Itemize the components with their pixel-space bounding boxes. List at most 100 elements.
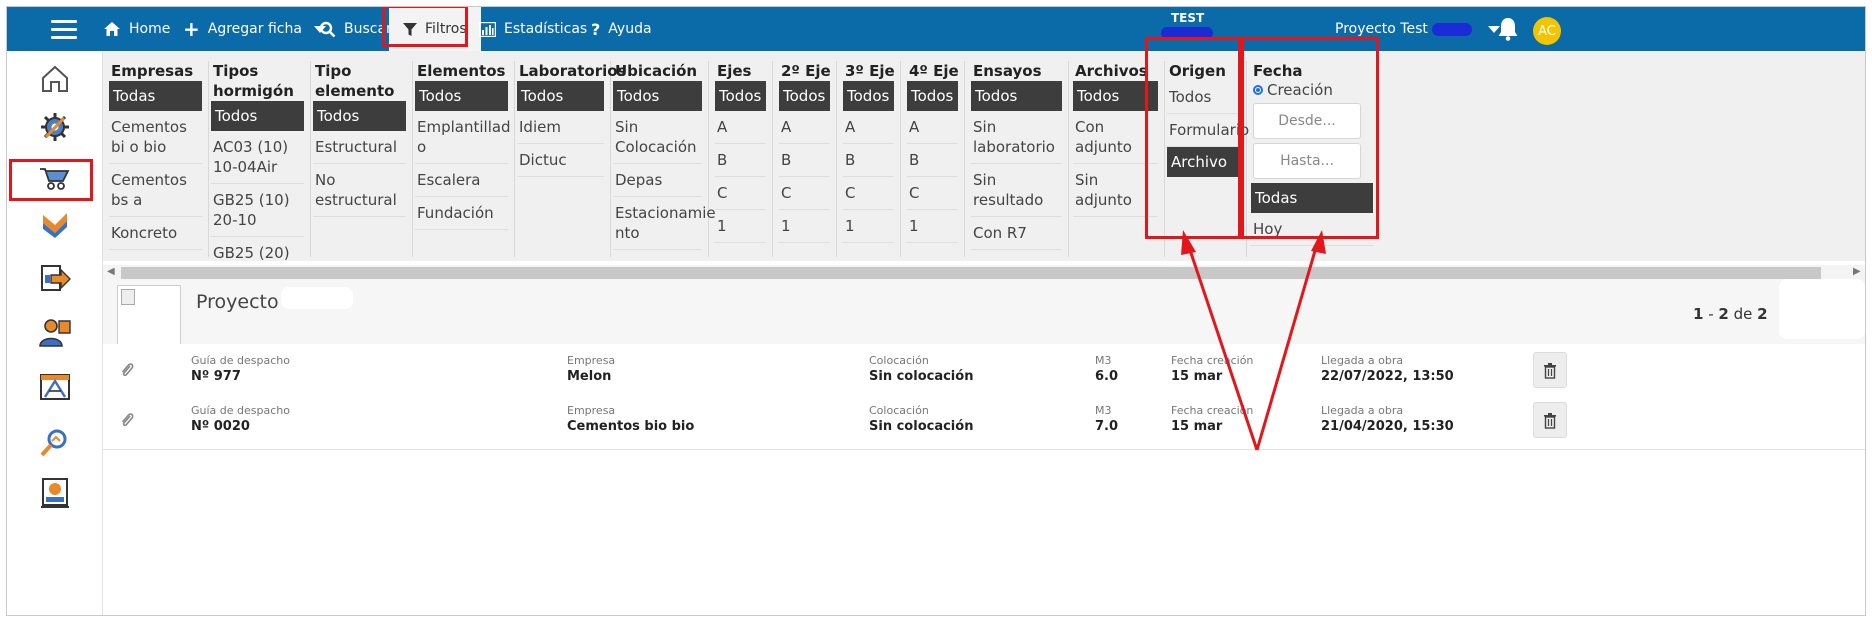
cell-value: 7.0 — [1095, 419, 1119, 434]
filter-option-selected[interactable]: Todos — [211, 101, 304, 131]
nav-statistics[interactable]: Estadísticas — [479, 7, 587, 51]
filter-option[interactable]: B — [907, 144, 958, 177]
filter-option-selected[interactable]: Todas — [109, 81, 202, 111]
filter-title: Ejes — [717, 62, 752, 80]
user-avatar[interactable]: AC — [1533, 17, 1561, 45]
filter-option[interactable]: B — [843, 144, 894, 177]
filter-option-selected[interactable]: Todos — [313, 101, 406, 131]
sidebar-item-settings[interactable] — [27, 105, 83, 149]
filter-option[interactable]: Koncreto — [109, 217, 202, 250]
filter-option[interactable]: B — [715, 144, 766, 177]
cell-label: Llegada a obra — [1321, 354, 1404, 367]
filter-eje-3: 3º Eje Todos A B C 1 — [843, 61, 901, 257]
sidebar-item-home[interactable] — [27, 57, 83, 101]
horizontal-scrollbar[interactable]: ◀ ▶ — [103, 265, 1865, 279]
filter-title: Empresas — [111, 62, 194, 80]
filter-option[interactable]: Fundación — [415, 197, 508, 230]
filter-option[interactable]: Emplantillad o — [415, 111, 511, 164]
filter-title: Tipo elemento — [315, 62, 395, 100]
cell-fecha-creacion: Fecha creación 15 mar — [1171, 404, 1253, 434]
cell-m3: M3 7.0 — [1095, 404, 1118, 434]
filter-option[interactable]: 1 — [779, 210, 830, 243]
filter-option[interactable]: Depas — [613, 164, 702, 197]
hamburger-menu-icon[interactable] — [51, 15, 77, 43]
filter-option[interactable]: Escalera — [415, 164, 508, 197]
filter-option[interactable]: A — [715, 111, 766, 144]
annotation-highlight-filters — [382, 7, 468, 47]
filter-option-selected[interactable]: Todos — [415, 81, 508, 111]
table-row[interactable]: Guía de despacho Nº 977 Empresa Melon Colo… — [103, 344, 1865, 400]
cell-llegada: Llegada a obra 22/07/2022, 13:50 — [1321, 354, 1454, 384]
delete-button[interactable] — [1533, 352, 1567, 388]
project-header: Proyecto Test 1 - 2 de 2 — [103, 279, 1865, 353]
filter-option[interactable]: AC03 (10) 10-04Air — [211, 131, 304, 184]
project-image — [117, 285, 181, 349]
cell-label: Empresa — [567, 354, 616, 367]
filter-option[interactable]: Con R7 — [971, 217, 1062, 250]
filter-option[interactable]: A — [907, 111, 958, 144]
filter-option[interactable]: Cementos bs a — [109, 164, 202, 217]
bell-icon[interactable] — [1497, 17, 1519, 41]
paging-of: de — [1728, 305, 1758, 323]
sidebar-item-checklist[interactable] — [27, 201, 83, 245]
filter-option-selected[interactable]: Todos — [843, 81, 894, 111]
delete-button[interactable] — [1533, 402, 1567, 438]
cell-label: Fecha creación — [1171, 354, 1254, 367]
sidebar-item-users[interactable] — [27, 311, 83, 355]
filter-option[interactable]: 1 — [907, 210, 958, 243]
filter-option-selected[interactable]: Todos — [613, 81, 702, 111]
nav-search[interactable]: Buscar — [319, 7, 392, 51]
sidebar-item-transfer[interactable] — [27, 257, 83, 301]
cell-guia: Guía de despacho Nº 0020 — [191, 404, 290, 434]
filter-option-selected[interactable]: Todos — [517, 81, 604, 111]
nav-home[interactable]: Home — [103, 7, 170, 51]
filter-option[interactable]: C — [715, 177, 766, 210]
filter-option[interactable]: 1 — [715, 210, 766, 243]
table-row[interactable]: Guía de despacho Nº 0020 Empresa Cementos … — [103, 394, 1865, 450]
filter-title: Ubicación — [615, 62, 698, 80]
house-outline-icon — [42, 65, 68, 92]
filter-option-selected[interactable]: Todos — [907, 81, 958, 111]
filter-option[interactable]: C — [779, 177, 830, 210]
filter-option[interactable]: Estacionamie nto — [613, 197, 716, 250]
filter-option-selected[interactable]: Todos — [971, 81, 1062, 111]
cell-value: 15 mar — [1171, 369, 1223, 384]
paging-separator: - — [1703, 305, 1719, 323]
filter-option[interactable]: Dictuc — [517, 144, 604, 177]
filter-option[interactable]: B — [779, 144, 830, 177]
filter-option[interactable]: Sin Colocación — [613, 111, 702, 164]
nav-help[interactable]: ? Ayuda — [591, 7, 652, 51]
filter-option[interactable]: C — [843, 177, 894, 210]
filter-option[interactable]: Estructural — [313, 131, 406, 164]
scrollbar-thumb[interactable] — [121, 267, 1821, 279]
filter-option[interactable]: A — [779, 111, 830, 144]
question-icon: ? — [591, 19, 601, 39]
trash-icon — [1544, 362, 1556, 379]
filter-option[interactable]: Cementos bi o bio — [109, 111, 202, 164]
sidebar-item-plans[interactable] — [27, 365, 83, 409]
filter-option-selected[interactable]: Todos — [779, 81, 830, 111]
sidebar-item-finance[interactable] — [27, 471, 83, 515]
filter-eje-2: 2º Eje Todos A B C 1 — [779, 61, 837, 257]
filter-option-selected[interactable]: Todos — [715, 81, 766, 111]
nav-add-record[interactable]: + Agregar ficha — [183, 7, 326, 51]
users-icon — [39, 319, 71, 347]
filter-option[interactable]: C — [907, 177, 958, 210]
filter-option[interactable]: Sin laboratorio — [971, 111, 1062, 164]
filter-option[interactable]: Sin resultado — [971, 164, 1062, 217]
filter-ensayos: Ensayos Todos Sin laboratorio Sin result… — [971, 61, 1069, 257]
scroll-left-icon[interactable]: ◀ — [107, 265, 115, 279]
cell-label: Colocación — [869, 404, 929, 417]
filter-option[interactable]: GB25 (10) 20-10 — [211, 184, 304, 237]
paging-to: 2 — [1718, 305, 1729, 323]
annotation-highlight-sidebar — [9, 159, 93, 201]
scroll-right-icon[interactable]: ▶ — [1853, 265, 1861, 279]
filter-option[interactable]: Idiem — [517, 111, 604, 144]
filter-option[interactable]: 1 — [843, 210, 894, 243]
filter-option[interactable]: GB25 (20) — [211, 237, 304, 261]
filter-tipo-elemento: Tipo elemento Todos Estructural No estru… — [313, 61, 413, 257]
plus-icon: + — [183, 17, 200, 41]
filter-option[interactable]: No estructural — [313, 164, 406, 217]
sidebar-item-inspect[interactable] — [27, 421, 83, 465]
filter-option[interactable]: A — [843, 111, 894, 144]
